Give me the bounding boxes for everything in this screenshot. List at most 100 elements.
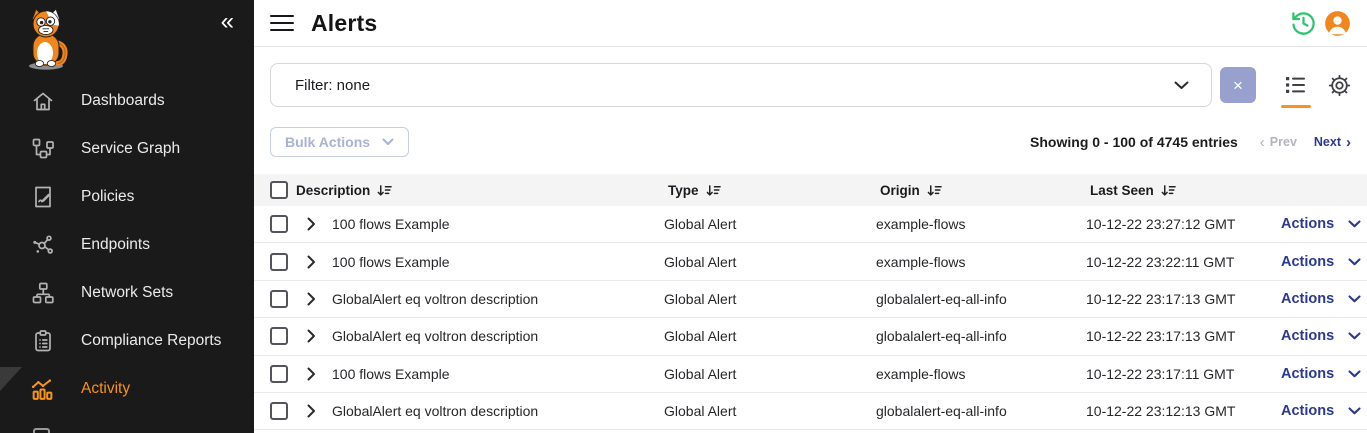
row-checkbox[interactable] bbox=[270, 253, 288, 271]
column-label: Last Seen bbox=[1090, 183, 1154, 198]
cell-description: 100 flows Example bbox=[328, 254, 664, 270]
history-icon bbox=[1290, 10, 1317, 37]
row-checkbox[interactable] bbox=[270, 290, 288, 308]
cell-description: GlobalAlert eq voltron description bbox=[328, 291, 664, 307]
sidebar-item-label: Service Graph bbox=[81, 140, 180, 158]
cell-last-seen: 10-12-22 23:17:11 GMT bbox=[1086, 366, 1281, 382]
chevron-right-icon bbox=[307, 367, 316, 381]
table-settings-button[interactable] bbox=[1327, 73, 1352, 98]
cell-origin: example-flows bbox=[876, 216, 1086, 232]
table-header-row: Description Type Origin Last Seen bbox=[254, 174, 1367, 206]
history-button[interactable] bbox=[1290, 10, 1317, 37]
policies-icon bbox=[30, 185, 55, 210]
row-checkbox[interactable] bbox=[270, 215, 288, 233]
sidebar-item-dashboards[interactable]: Dashboards bbox=[0, 77, 254, 125]
row-actions-button[interactable]: Actions bbox=[1281, 291, 1361, 307]
row-checkbox[interactable] bbox=[270, 327, 288, 345]
endpoints-icon bbox=[30, 233, 55, 258]
cell-origin: example-flows bbox=[876, 254, 1086, 270]
sort-icon bbox=[927, 184, 942, 197]
chevron-right-icon bbox=[307, 255, 316, 269]
page-header: Alerts bbox=[254, 0, 1367, 47]
sidebar-item-policies[interactable]: Policies bbox=[0, 173, 254, 221]
sort-icon bbox=[706, 184, 721, 197]
list-view-icon bbox=[1283, 73, 1308, 97]
home-icon bbox=[30, 89, 55, 114]
sidebar-item-compliance-reports[interactable]: Compliance Reports bbox=[0, 317, 254, 365]
chevron-right-icon: › bbox=[1346, 134, 1351, 151]
row-expand-button[interactable] bbox=[294, 404, 328, 418]
row-actions-button[interactable]: Actions bbox=[1281, 403, 1361, 419]
table-toolbar: Bulk Actions Showing 0 - 100 of 4745 ent… bbox=[270, 127, 1351, 157]
select-all-checkbox[interactable] bbox=[270, 181, 288, 199]
sidebar-nav: Dashboards Service Graph bbox=[0, 77, 254, 413]
list-view-toggle[interactable] bbox=[1283, 73, 1308, 97]
clear-filter-button[interactable]: × bbox=[1220, 67, 1256, 103]
table-row: 100 flows Example Global Alert example-f… bbox=[254, 243, 1367, 280]
chevron-down-icon bbox=[1348, 370, 1361, 378]
row-expand-button[interactable] bbox=[294, 329, 328, 343]
table-row: 100 flows Example Global Alert example-f… bbox=[254, 206, 1367, 243]
cell-type: Global Alert bbox=[664, 366, 876, 382]
column-header-origin[interactable]: Origin bbox=[880, 183, 1090, 198]
sidebar-item-network-sets[interactable]: Network Sets bbox=[0, 269, 254, 317]
column-header-last-seen[interactable]: Last Seen bbox=[1090, 183, 1367, 198]
sidebar-item-label: Network Sets bbox=[81, 284, 173, 302]
cell-type: Global Alert bbox=[664, 403, 876, 419]
cell-last-seen: 10-12-22 23:12:13 GMT bbox=[1086, 403, 1281, 419]
sidebar-item-label: Dashboards bbox=[81, 92, 165, 110]
calico-cat-logo bbox=[18, 7, 76, 71]
sort-icon bbox=[377, 184, 392, 197]
prev-label: Prev bbox=[1270, 135, 1297, 149]
row-actions-button[interactable]: Actions bbox=[1281, 366, 1361, 382]
row-expand-button[interactable] bbox=[294, 255, 328, 269]
close-icon: × bbox=[1233, 77, 1243, 94]
activity-icon bbox=[30, 377, 55, 402]
cell-origin: globalalert-eq-all-info bbox=[876, 328, 1086, 344]
settings-gear-icon bbox=[1327, 73, 1352, 98]
page-title: Alerts bbox=[311, 10, 377, 37]
filter-toolbar: Filter: none × bbox=[270, 63, 1352, 107]
column-header-type[interactable]: Type bbox=[668, 183, 880, 198]
user-menu-button[interactable] bbox=[1324, 10, 1351, 37]
row-expand-button[interactable] bbox=[294, 217, 328, 231]
hamburger-menu-icon[interactable] bbox=[270, 15, 294, 32]
chevron-down-icon bbox=[1348, 220, 1361, 228]
cell-type: Global Alert bbox=[664, 328, 876, 344]
sidebar-item-service-graph[interactable]: Service Graph bbox=[0, 125, 254, 173]
table-row: 100 flows Example Global Alert example-f… bbox=[254, 356, 1367, 393]
compliance-reports-icon bbox=[30, 329, 55, 354]
prev-page-button[interactable]: ‹ Prev bbox=[1260, 134, 1297, 151]
cell-origin: example-flows bbox=[876, 366, 1086, 382]
bulk-actions-button[interactable]: Bulk Actions bbox=[270, 127, 409, 157]
chevron-right-icon bbox=[307, 404, 316, 418]
filter-select[interactable]: Filter: none bbox=[270, 63, 1212, 107]
row-actions-button[interactable]: Actions bbox=[1281, 328, 1361, 344]
actions-label: Actions bbox=[1281, 366, 1334, 382]
row-checkbox[interactable] bbox=[270, 365, 288, 383]
cell-type: Global Alert bbox=[664, 216, 876, 232]
row-expand-button[interactable] bbox=[294, 367, 328, 381]
chevron-right-icon bbox=[307, 329, 316, 343]
row-actions-button[interactable]: Actions bbox=[1281, 216, 1361, 232]
sidebar-item-endpoints[interactable]: Endpoints bbox=[0, 221, 254, 269]
row-checkbox[interactable] bbox=[270, 402, 288, 420]
row-actions-button[interactable]: Actions bbox=[1281, 254, 1361, 270]
actions-label: Actions bbox=[1281, 328, 1334, 344]
column-header-description[interactable]: Description bbox=[296, 183, 668, 198]
sidebar-collapse-button[interactable]: « bbox=[221, 10, 234, 34]
cell-description: GlobalAlert eq voltron description bbox=[328, 403, 664, 419]
row-expand-button[interactable] bbox=[294, 292, 328, 306]
cell-description: GlobalAlert eq voltron description bbox=[328, 328, 664, 344]
column-label: Origin bbox=[880, 183, 920, 198]
chevron-down-icon bbox=[1348, 332, 1361, 340]
service-graph-icon bbox=[30, 137, 55, 162]
network-sets-icon bbox=[30, 281, 55, 306]
actions-label: Actions bbox=[1281, 291, 1334, 307]
main-content: Alerts bbox=[254, 0, 1367, 433]
sidebar-item-activity[interactable]: Activity bbox=[0, 365, 254, 413]
sidebar-item-partial[interactable] bbox=[33, 428, 50, 433]
next-page-button[interactable]: Next › bbox=[1314, 134, 1351, 151]
filter-value: Filter: none bbox=[295, 77, 370, 94]
cell-description: 100 flows Example bbox=[328, 216, 664, 232]
